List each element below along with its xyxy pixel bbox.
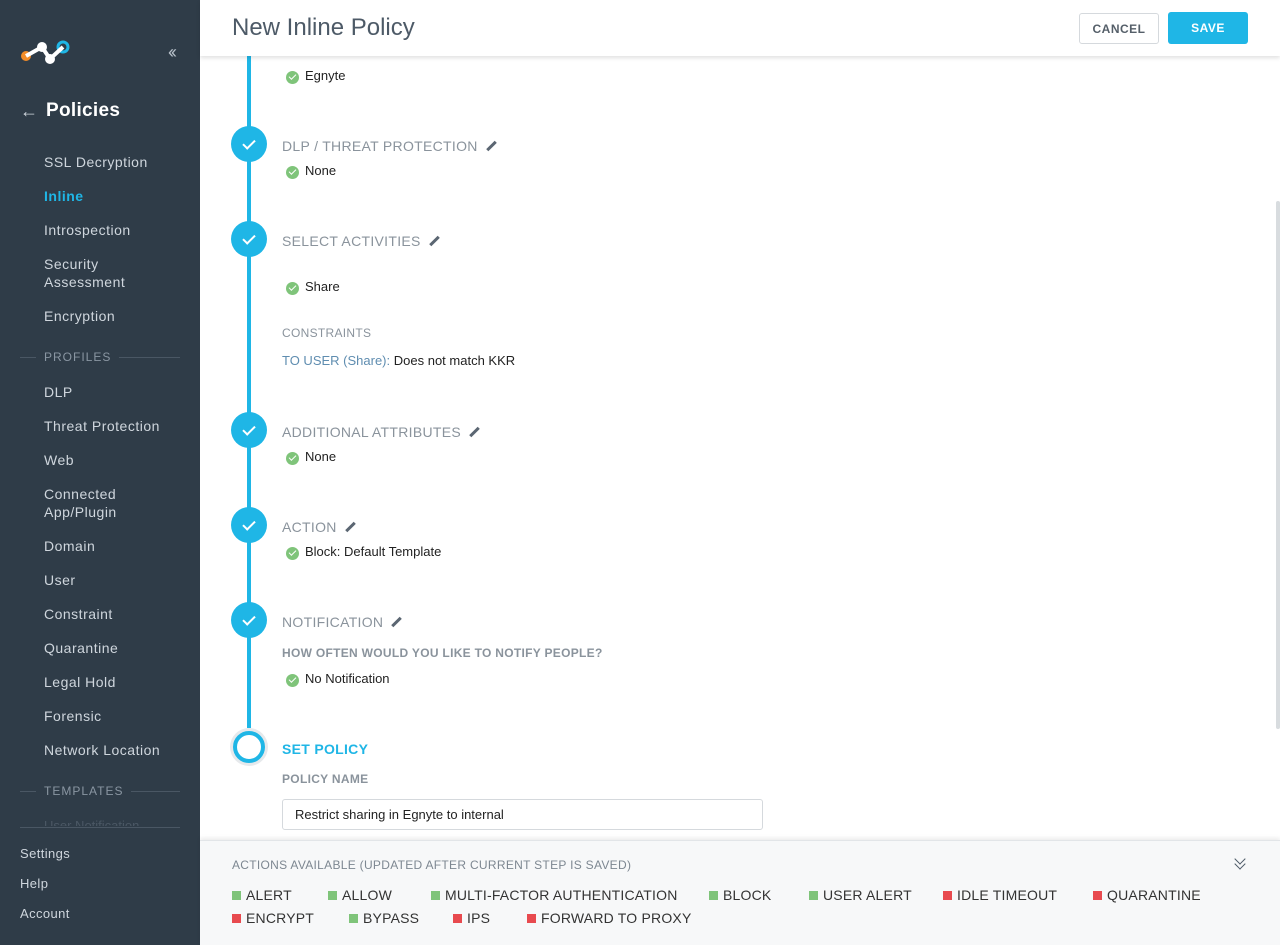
available-square-icon (328, 890, 337, 900)
step-attributes-check-icon (231, 412, 267, 448)
collapse-chevron-down-icon[interactable] (1234, 855, 1246, 871)
page-header: New Inline Policy CANCEL SAVE (200, 0, 1280, 56)
available-square-icon (809, 890, 818, 900)
check-circle-icon (286, 166, 299, 179)
save-button[interactable]: SAVE (1168, 12, 1248, 44)
nav-network-location[interactable]: Network Location (44, 741, 184, 759)
check-circle-icon (286, 674, 299, 687)
nav-web[interactable]: Web (44, 451, 184, 469)
nav-inline[interactable]: Inline (44, 187, 184, 205)
constraint-value: Does not match KKR (393, 353, 516, 368)
action-alert: ALERT (232, 887, 292, 903)
step-action-value: Block: Default Template (286, 544, 441, 560)
account-link[interactable]: Account (20, 906, 70, 921)
nav-introspection[interactable]: Introspection (44, 221, 184, 239)
collapse-sidebar-icon[interactable]: ‹‹ (168, 42, 177, 62)
available-square-icon (431, 890, 440, 900)
unavailable-square-icon (232, 913, 241, 923)
policy-name-label: POLICY NAME (282, 772, 369, 786)
unavailable-square-icon (527, 913, 536, 923)
actions-available-title: ACTIONS AVAILABLE (UPDATED AFTER CURRENT… (232, 858, 632, 872)
step-activities-check-icon (231, 221, 267, 257)
edit-pencil-icon[interactable] (429, 236, 440, 247)
action-bypass: BYPASS (349, 910, 419, 926)
step-attributes-title[interactable]: ADDITIONAL ATTRIBUTES (282, 424, 480, 440)
step-set-policy-current-icon (233, 731, 265, 763)
constraint-key: TO USER (Share): (282, 353, 391, 368)
settings-link[interactable]: Settings (20, 846, 70, 861)
nav-user[interactable]: User (44, 571, 184, 589)
edit-pencil-icon[interactable] (486, 141, 497, 152)
action-block: BLOCK (709, 887, 771, 903)
nav-forensic[interactable]: Forensic (44, 707, 184, 725)
nav-connected-app[interactable]: Connected App/Plugin (44, 485, 144, 521)
available-square-icon (349, 913, 358, 923)
netskope-logo-icon[interactable] (20, 38, 70, 66)
check-circle-icon (286, 282, 299, 295)
edit-pencil-icon[interactable] (391, 617, 402, 628)
profiles-section-header: PROFILES (20, 350, 180, 364)
nav-ssl-decryption[interactable]: SSL Decryption (44, 153, 184, 171)
action-encrypt: ENCRYPT (232, 910, 314, 926)
nav-dlp[interactable]: DLP (44, 383, 184, 401)
action-ips: IPS (453, 910, 490, 926)
back-to-policies[interactable]: ← Policies (20, 100, 120, 122)
nav-constraint[interactable]: Constraint (44, 605, 184, 623)
unavailable-square-icon (453, 913, 462, 923)
policy-name-input[interactable]: Restrict sharing in Egnyte to internal (282, 799, 763, 830)
scrollbar[interactable] (1276, 201, 1280, 729)
nav-encryption[interactable]: Encryption (44, 307, 184, 325)
sidebar-divider (20, 827, 180, 828)
action-quarantine: QUARANTINE (1093, 887, 1201, 903)
nav-quarantine[interactable]: Quarantine (44, 639, 184, 657)
actions-available-panel: ACTIONS AVAILABLE (UPDATED AFTER CURRENT… (200, 840, 1280, 945)
nav-legal-hold[interactable]: Legal Hold (44, 673, 184, 691)
nav-user-notification-clipped[interactable]: User Notification (44, 818, 139, 826)
step-action-check-icon (231, 507, 267, 543)
action-forward-to-proxy: FORWARD TO PROXY (527, 910, 691, 926)
action-mfa: MULTI-FACTOR AUTHENTICATION (431, 887, 678, 903)
action-user-alert: USER ALERT (809, 887, 912, 903)
step-activities-title[interactable]: SELECT ACTIVITIES (282, 233, 440, 249)
app-value: Egnyte (286, 68, 345, 84)
step-dlp-value: None (286, 163, 336, 179)
check-circle-icon (286, 452, 299, 465)
policy-wizard: Egnyte DLP / THREAT PROTECTION None SELE… (200, 56, 1280, 840)
templates-section-header: TEMPLATES (20, 784, 180, 798)
cancel-button[interactable]: CANCEL (1079, 13, 1159, 44)
step-notification-value: No Notification (286, 671, 390, 687)
step-dlp-title[interactable]: DLP / THREAT PROTECTION (282, 138, 497, 154)
constraints-label: CONSTRAINTS (282, 326, 372, 340)
step-attributes-value: None (286, 449, 336, 465)
nav-domain[interactable]: Domain (44, 537, 184, 555)
nav-security-assessment[interactable]: Security Assessment (44, 255, 144, 291)
available-square-icon (232, 890, 241, 900)
step-dlp-check-icon (231, 126, 267, 162)
step-notification-check-icon (231, 602, 267, 638)
unavailable-square-icon (943, 890, 952, 900)
step-set-policy-title: SET POLICY (282, 741, 369, 757)
edit-pencil-icon[interactable] (345, 522, 356, 533)
back-arrow-icon: ← (20, 100, 38, 121)
available-square-icon (709, 890, 718, 900)
page-title: New Inline Policy (232, 14, 415, 41)
check-circle-icon (286, 547, 299, 560)
unavailable-square-icon (1093, 890, 1102, 900)
sidebar-title: Policies (46, 100, 121, 121)
step-notification-title[interactable]: NOTIFICATION (282, 614, 402, 630)
notify-question: HOW OFTEN WOULD YOU LIKE TO NOTIFY PEOPL… (282, 646, 603, 660)
constraint-row: TO USER (Share): Does not match KKR (282, 353, 515, 368)
action-allow: ALLOW (328, 887, 392, 903)
action-idle-timeout: IDLE TIMEOUT (943, 887, 1057, 903)
step-action-title[interactable]: ACTION (282, 519, 356, 535)
check-circle-icon (286, 71, 299, 84)
sidebar: ‹‹ ← Policies SSL Decryption Inline Intr… (0, 0, 200, 945)
nav-threat-protection[interactable]: Threat Protection (44, 417, 184, 435)
step-activities-value: Share (286, 279, 340, 295)
help-link[interactable]: Help (20, 876, 48, 891)
edit-pencil-icon[interactable] (469, 427, 480, 438)
